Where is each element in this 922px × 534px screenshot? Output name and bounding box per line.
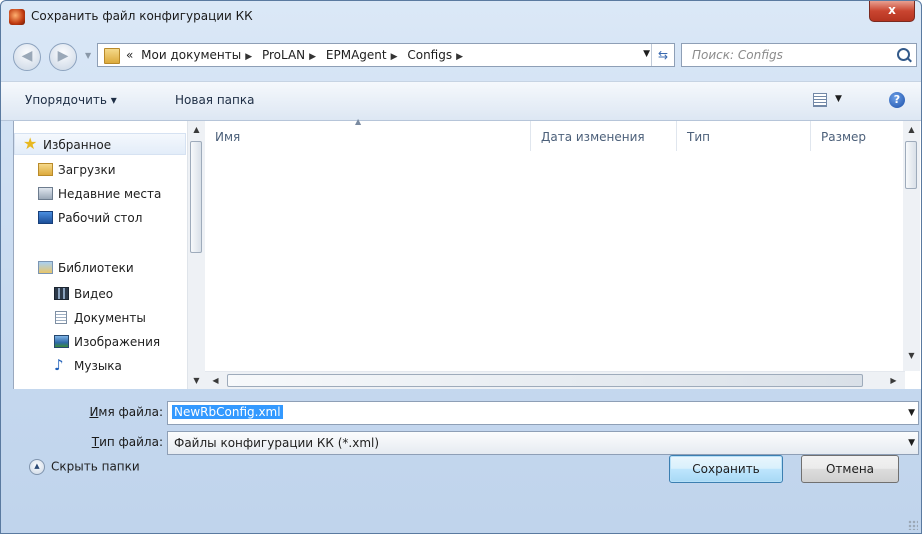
chevron-right-icon[interactable]: ▶ xyxy=(245,52,252,62)
scroll-left-icon[interactable]: ◀ xyxy=(207,372,224,389)
documents-icon xyxy=(55,311,67,324)
filename-value[interactable]: NewRbConfig.xml xyxy=(172,405,283,419)
scroll-right-icon[interactable]: ▶ xyxy=(885,372,902,389)
sidebar-item-libraries[interactable]: Библиотеки xyxy=(14,257,186,279)
video-icon xyxy=(54,287,69,300)
search-icon[interactable] xyxy=(897,48,910,61)
organize-button[interactable]: Упорядочить ▾ xyxy=(25,93,117,107)
sidebar-item-images[interactable]: Изображения xyxy=(14,331,186,353)
view-options-icon[interactable] xyxy=(813,93,827,107)
column-header-size[interactable]: Размер xyxy=(811,121,903,151)
filename-input[interactable]: NewRbConfig.xml ▼ xyxy=(167,401,919,425)
hide-folders-label: Скрыть папки xyxy=(51,459,140,474)
sidebar-item-favorites[interactable]: ★ Избранное xyxy=(14,133,186,155)
scroll-up-icon[interactable]: ▲ xyxy=(188,121,205,138)
save-button[interactable]: Сохранить xyxy=(669,455,783,483)
refresh-icon[interactable]: ⇆ xyxy=(651,44,674,66)
history-dropdown-icon[interactable]: ▼ xyxy=(85,51,91,60)
sidebar-item-label: Избранное xyxy=(43,138,112,152)
scroll-down-icon[interactable]: ▼ xyxy=(903,347,920,364)
breadcrumb-overflow[interactable]: « xyxy=(126,48,133,62)
filetype-value: Файлы конфигурации КК (*.xml) xyxy=(174,436,380,450)
scrollbar-thumb[interactable] xyxy=(905,141,917,189)
music-icon: ♪ xyxy=(54,356,64,374)
window-title: Сохранить файл конфигурации КК xyxy=(31,9,253,23)
sort-ascending-icon: ▲ xyxy=(355,117,362,126)
command-bar: Упорядочить ▾ Новая папка ▼ ? xyxy=(1,81,921,121)
scrollbar-thumb[interactable] xyxy=(227,374,863,387)
images-icon xyxy=(54,335,69,348)
save-dialog: Сохранить файл конфигурации КК x ◀ ▶ ▼ «… xyxy=(0,0,922,534)
breadcrumb-my-documents[interactable]: Мои документы xyxy=(141,48,241,62)
navigation-scrollbar[interactable]: ▲ ▼ xyxy=(187,121,205,389)
column-header-label: Тип xyxy=(687,130,710,144)
chevron-right-icon[interactable]: ▶ xyxy=(391,52,398,62)
filetype-label: Тип файла: xyxy=(91,435,163,449)
breadcrumb-epmagent[interactable]: EPMAgent xyxy=(326,48,387,62)
chevron-right-icon[interactable]: ▶ xyxy=(309,52,316,62)
close-button[interactable]: x xyxy=(869,1,915,22)
file-list[interactable]: Имя ▲ Дата изменения Тип Размер ▲ ▼ xyxy=(205,117,921,389)
column-header-label: Имя xyxy=(215,130,241,144)
libraries-icon xyxy=(38,261,53,274)
sidebar-item-label: Видео xyxy=(74,287,114,301)
column-header-label: Дата изменения xyxy=(541,130,645,144)
column-header-type[interactable]: Тип xyxy=(677,121,811,151)
column-header-date[interactable]: Дата изменения xyxy=(531,121,677,151)
cancel-button[interactable]: Отмена xyxy=(801,455,899,483)
sidebar-item-label: Библиотеки xyxy=(58,261,134,275)
filename-label: Имя файла: xyxy=(89,405,163,419)
sidebar-item-label: Загрузки xyxy=(58,163,116,177)
sidebar-item-label: Документы xyxy=(74,311,146,325)
chevron-down-icon[interactable]: ▼ xyxy=(835,94,842,104)
chevron-down-icon[interactable]: ▼ xyxy=(908,408,915,418)
downloads-folder-icon xyxy=(38,163,53,176)
sidebar-item-desktop[interactable]: Рабочий стол xyxy=(14,207,186,229)
desktop-icon xyxy=(38,211,53,224)
sidebar-item-label: Музыка xyxy=(74,359,122,373)
sidebar-item-label: Изображения xyxy=(74,335,161,349)
chevron-down-icon[interactable]: ▼ xyxy=(908,438,915,448)
breadcrumb-configs[interactable]: Configs xyxy=(407,48,452,62)
sidebar-item-recent[interactable]: Недавние места xyxy=(14,183,186,205)
title-bar: Сохранить файл конфигурации КК x xyxy=(1,1,921,35)
scroll-up-icon[interactable]: ▲ xyxy=(903,121,920,138)
scroll-down-icon[interactable]: ▼ xyxy=(188,372,205,389)
column-header-name[interactable]: Имя ▲ xyxy=(205,117,531,151)
resize-grip[interactable] xyxy=(908,520,918,530)
horizontal-scrollbar[interactable]: ◀ ▶ xyxy=(205,371,905,389)
folder-icon xyxy=(104,48,120,64)
column-header-label: Размер xyxy=(821,130,867,144)
sidebar-item-label: Рабочий стол xyxy=(58,211,143,225)
chevron-down-icon[interactable]: ▼ xyxy=(643,49,650,59)
search-placeholder: Поиск: Configs xyxy=(692,48,783,62)
navigation-pane: ★ Избранное Загрузки Недавние места Рабо… xyxy=(13,121,206,389)
sidebar-item-music[interactable]: ♪ Музыка xyxy=(14,355,186,377)
scrollbar-thumb[interactable] xyxy=(190,141,202,253)
sidebar-item-video[interactable]: Видео xyxy=(14,283,186,305)
search-input[interactable]: Поиск: Configs xyxy=(681,43,917,67)
filetype-select[interactable]: Файлы конфигурации КК (*.xml) ▼ xyxy=(167,431,919,455)
back-button[interactable]: ◀ xyxy=(13,43,41,71)
hide-folders-button[interactable]: ▲ Скрыть папки xyxy=(29,459,140,475)
sidebar-item-documents[interactable]: Документы xyxy=(14,307,186,329)
star-icon: ★ xyxy=(23,134,38,153)
navigation-bar: ◀ ▶ ▼ « Мои документы ▶ ProLAN ▶ EPMAgent ▶… xyxy=(1,35,921,79)
recent-places-icon xyxy=(38,187,53,200)
file-list-scrollbar[interactable]: ▲ ▼ xyxy=(903,121,920,371)
sidebar-item-downloads[interactable]: Загрузки xyxy=(14,159,186,181)
address-bar[interactable]: « Мои документы ▶ ProLAN ▶ EPMAgent ▶ Confi… xyxy=(97,43,675,67)
chevron-right-icon[interactable]: ▶ xyxy=(456,52,463,62)
new-folder-button[interactable]: Новая папка xyxy=(175,93,254,107)
help-icon[interactable]: ? xyxy=(889,92,905,108)
collapse-up-icon[interactable]: ▲ xyxy=(29,459,45,475)
app-icon xyxy=(9,9,25,25)
breadcrumb: « Мои документы ▶ ProLAN ▶ EPMAgent ▶ Confi… xyxy=(126,48,469,62)
breadcrumb-prolan[interactable]: ProLAN xyxy=(262,48,305,62)
forward-button[interactable]: ▶ xyxy=(49,43,77,71)
sidebar-item-label: Недавние места xyxy=(58,187,162,201)
